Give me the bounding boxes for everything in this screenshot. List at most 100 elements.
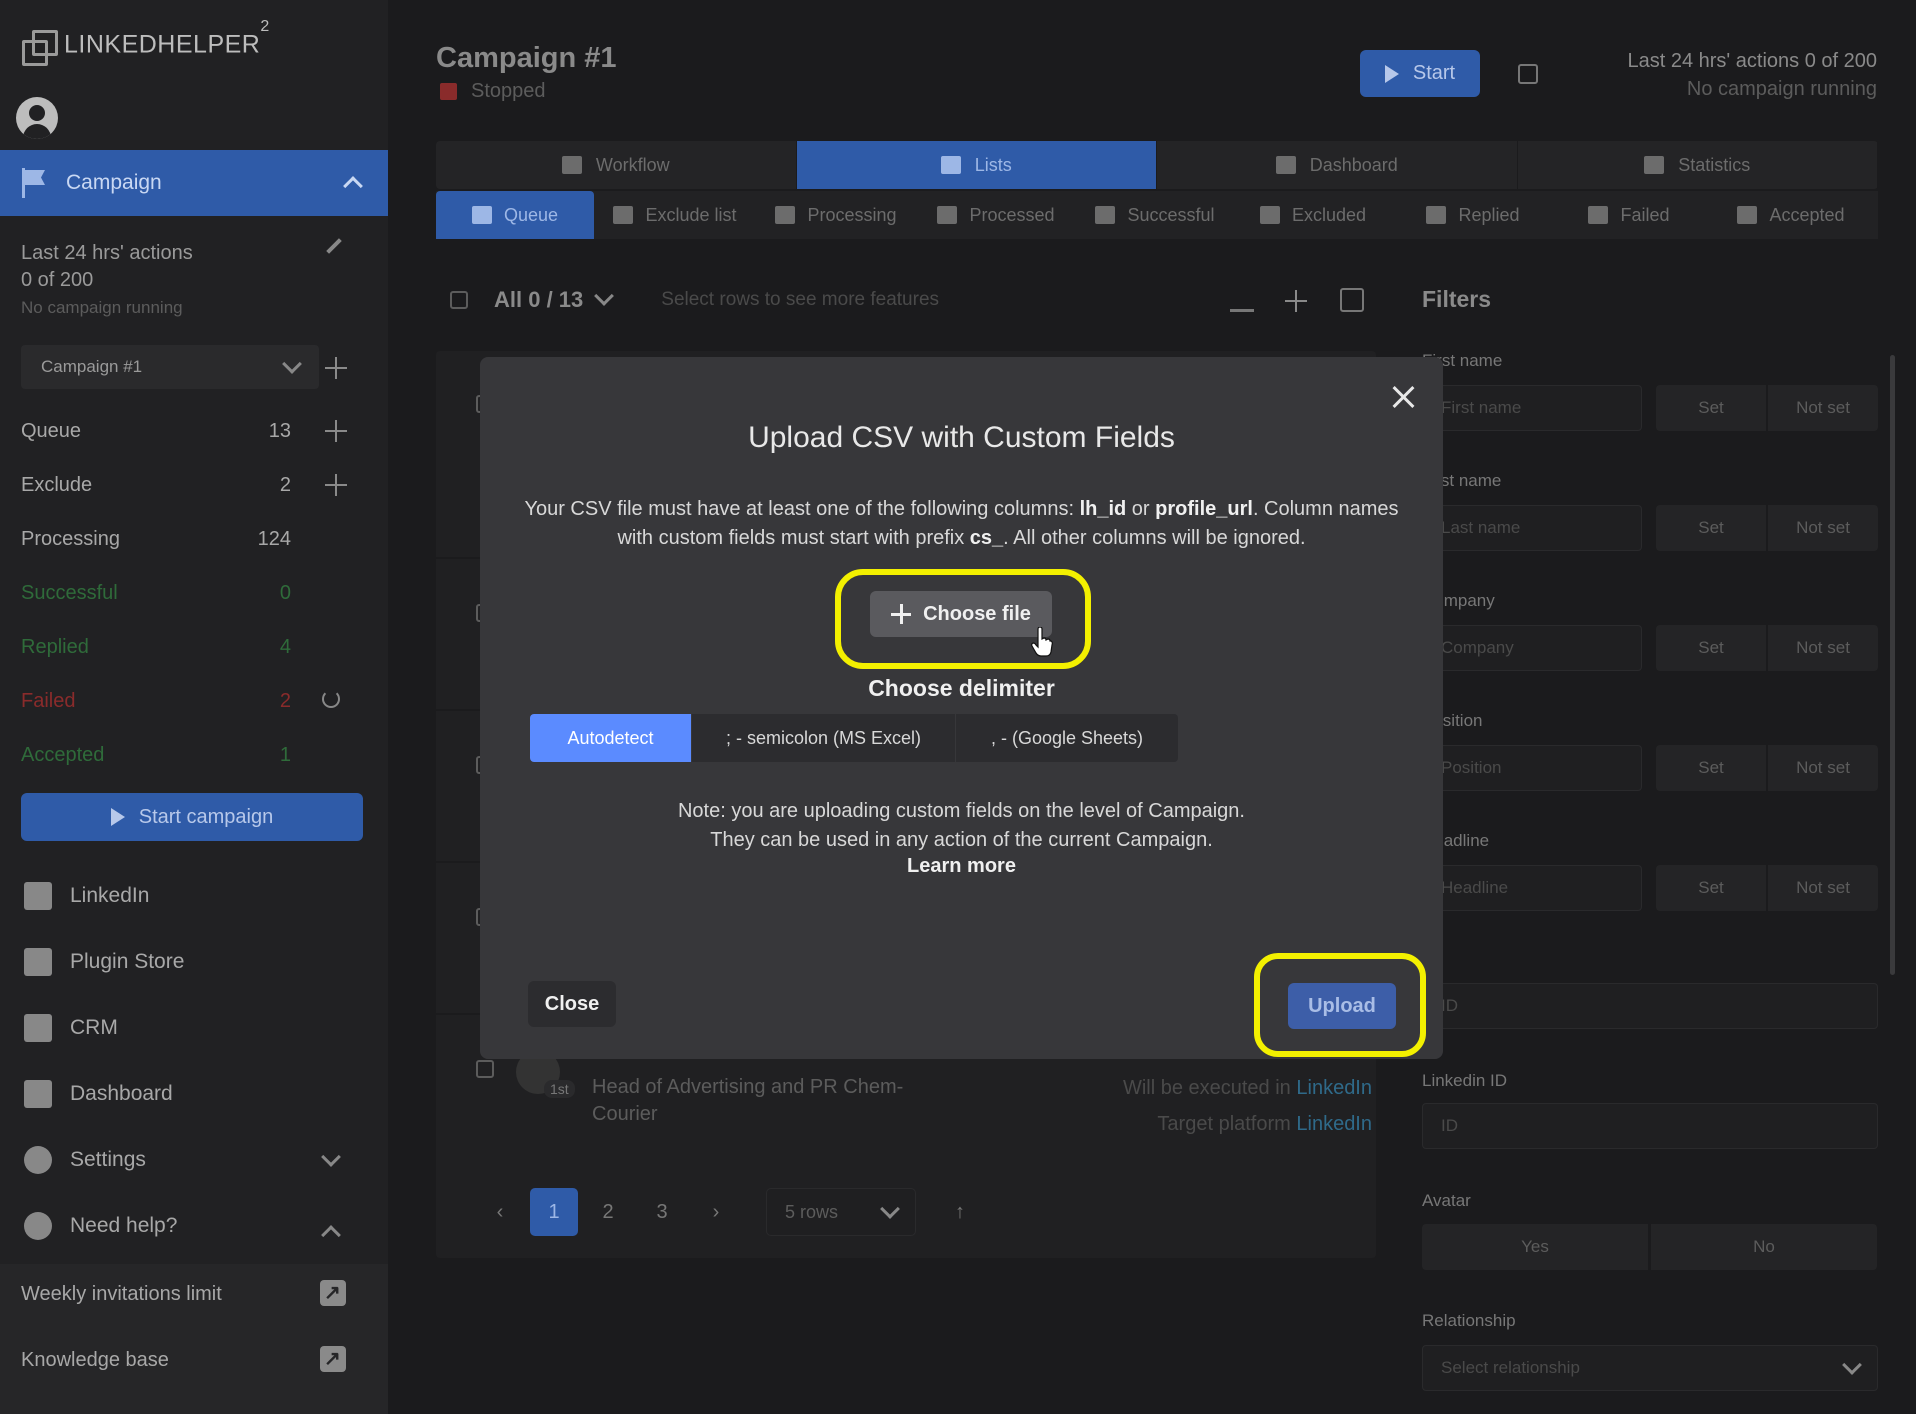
learn-more-link[interactable]: Learn more <box>480 855 1443 878</box>
not-set-button[interactable]: Not set <box>1768 625 1878 671</box>
target-value[interactable]: LinkedIn <box>1296 1113 1372 1135</box>
subtab-excluded[interactable]: Excluded <box>1234 191 1392 239</box>
page-1[interactable]: 1 <box>530 1188 578 1236</box>
select-all-checkbox[interactable] <box>450 291 468 309</box>
tab-statistics[interactable]: Statistics <box>1518 141 1878 189</box>
not-set-button[interactable]: Not set <box>1768 385 1878 431</box>
chevron-up-icon[interactable] <box>343 176 363 196</box>
nav-plugin-store[interactable]: Plugin Store <box>24 948 184 976</box>
start-campaign-button[interactable]: Start campaign <box>21 793 363 841</box>
grid-icon[interactable] <box>1340 288 1364 312</box>
delimiter-autodetect[interactable]: Autodetect <box>530 714 692 762</box>
reply-icon <box>1426 206 1447 224</box>
subtab-queue[interactable]: Queue <box>436 191 594 239</box>
set-button[interactable]: Set <box>1656 505 1766 551</box>
stat-row-queue[interactable]: Queue 13 <box>21 420 291 443</box>
all-count[interactable]: All 0 / 13 <box>494 287 583 313</box>
delimiter-comma[interactable]: , - (Google Sheets) <box>956 714 1178 762</box>
chevron-down-icon[interactable] <box>321 1147 341 1167</box>
filter-label: Avatar <box>1422 1191 1471 1210</box>
subtab-replied[interactable]: Replied <box>1392 191 1554 239</box>
campaign-section-header[interactable]: Campaign <box>0 150 388 216</box>
close-button[interactable]: Close <box>528 981 616 1027</box>
stat-row-accepted[interactable]: Accepted 1 <box>21 744 291 767</box>
last-name-filter-input[interactable]: Last name <box>1422 505 1642 551</box>
collapse-icon[interactable] <box>1230 288 1254 312</box>
nav-crm[interactable]: CRM <box>24 1014 118 1042</box>
check-icon <box>1095 206 1116 224</box>
nav-need-help[interactable]: Need help? <box>24 1212 177 1240</box>
exec-value[interactable]: LinkedIn <box>1296 1077 1372 1099</box>
stat-row-processing[interactable]: Processing 124 <box>21 528 291 551</box>
weekly-invitations-link[interactable]: Weekly invitations limit <box>21 1283 222 1306</box>
external-link-icon[interactable] <box>320 1280 346 1306</box>
stat-row-successful[interactable]: Successful 0 <box>21 582 291 605</box>
subtab-label: Failed <box>1620 204 1670 225</box>
relationship-select[interactable]: Select relationship <box>1422 1345 1878 1391</box>
first-name-filter-input[interactable]: First name <box>1422 385 1642 431</box>
add-queue-icon[interactable] <box>325 420 347 442</box>
knowledge-base-link[interactable]: Knowledge base <box>21 1349 169 1372</box>
stat-row-failed[interactable]: Failed 2 <box>21 690 291 713</box>
subtab-exclude-list[interactable]: Exclude list <box>594 191 756 239</box>
next-page-icon[interactable]: › <box>692 1188 740 1236</box>
close-icon[interactable] <box>1391 385 1415 409</box>
position-filter-input[interactable]: Position <box>1422 745 1642 791</box>
campaign-select[interactable]: Campaign #1 <box>21 345 319 389</box>
campaign-status: Stopped <box>440 80 546 103</box>
scrollbar[interactable] <box>1890 355 1895 975</box>
chevron-up-icon[interactable] <box>321 1225 341 1245</box>
tab-dashboard[interactable]: Dashboard <box>1157 141 1518 189</box>
nav-linkedin[interactable]: LinkedIn <box>24 882 149 910</box>
company-filter-input[interactable]: Company <box>1422 625 1642 671</box>
nav-settings[interactable]: Settings <box>24 1146 146 1174</box>
chevron-down-icon[interactable] <box>594 286 615 306</box>
nav-dashboard[interactable]: Dashboard <box>24 1080 173 1108</box>
tab-lists[interactable]: Lists <box>796 141 1157 189</box>
target-label: Target platform <box>1157 1113 1291 1135</box>
add-campaign-icon[interactable] <box>325 357 347 379</box>
app-logo[interactable]: LINKEDHELPER2 <box>22 18 270 66</box>
external-link-icon[interactable] <box>320 1346 346 1372</box>
avatar-yes-button[interactable]: Yes <box>1422 1224 1648 1270</box>
stat-label: Queue <box>21 420 82 442</box>
edit-icon[interactable] <box>326 238 342 254</box>
stat-row-exclude[interactable]: Exclude 2 <box>21 474 291 497</box>
page-2[interactable]: 2 <box>584 1188 632 1236</box>
play-icon <box>110 808 125 826</box>
logo-icon <box>22 30 58 66</box>
subtab-successful[interactable]: Successful <box>1076 191 1234 239</box>
set-button[interactable]: Set <box>1656 625 1766 671</box>
page-3[interactable]: 3 <box>638 1188 686 1236</box>
row-checkbox[interactable] <box>476 1060 494 1078</box>
rows-per-page-select[interactable]: 5 rows <box>766 1188 916 1236</box>
delimiter-semicolon[interactable]: ; - semicolon (MS Excel) <box>692 714 956 762</box>
not-set-button[interactable]: Not set <box>1768 865 1878 911</box>
tab-workflow[interactable]: Workflow <box>436 141 797 189</box>
crm-icon <box>24 1014 52 1042</box>
start-button[interactable]: Start <box>1360 50 1480 97</box>
headline-filter-input[interactable]: Headline <box>1422 865 1642 911</box>
stat-row-replied[interactable]: Replied 4 <box>21 636 291 659</box>
subtab-failed[interactable]: Failed <box>1554 191 1704 239</box>
set-button[interactable]: Set <box>1656 745 1766 791</box>
copy-icon[interactable] <box>1518 64 1538 84</box>
add-exclude-icon[interactable] <box>325 474 347 496</box>
id-filter-input[interactable]: ID <box>1422 983 1878 1029</box>
not-set-button[interactable]: Not set <box>1768 505 1878 551</box>
subtab-processing[interactable]: Processing <box>756 191 916 239</box>
set-button[interactable]: Set <box>1656 385 1766 431</box>
user-avatar-icon[interactable] <box>16 97 58 139</box>
chevron-down-icon <box>880 1199 900 1219</box>
subtab-processed[interactable]: Processed <box>916 191 1076 239</box>
scroll-top-icon[interactable]: ↑ <box>936 1188 984 1236</box>
linkedin-id-filter-input[interactable]: ID <box>1422 1103 1878 1149</box>
set-button[interactable]: Set <box>1656 865 1766 911</box>
retry-icon[interactable] <box>322 690 340 708</box>
avatar-no-button[interactable]: No <box>1651 1224 1877 1270</box>
add-icon[interactable] <box>1285 290 1307 312</box>
stat-value: 1 <box>279 744 291 766</box>
not-set-button[interactable]: Not set <box>1768 745 1878 791</box>
prev-page-icon[interactable]: ‹ <box>476 1188 524 1236</box>
subtab-accepted[interactable]: Accepted <box>1704 191 1878 239</box>
